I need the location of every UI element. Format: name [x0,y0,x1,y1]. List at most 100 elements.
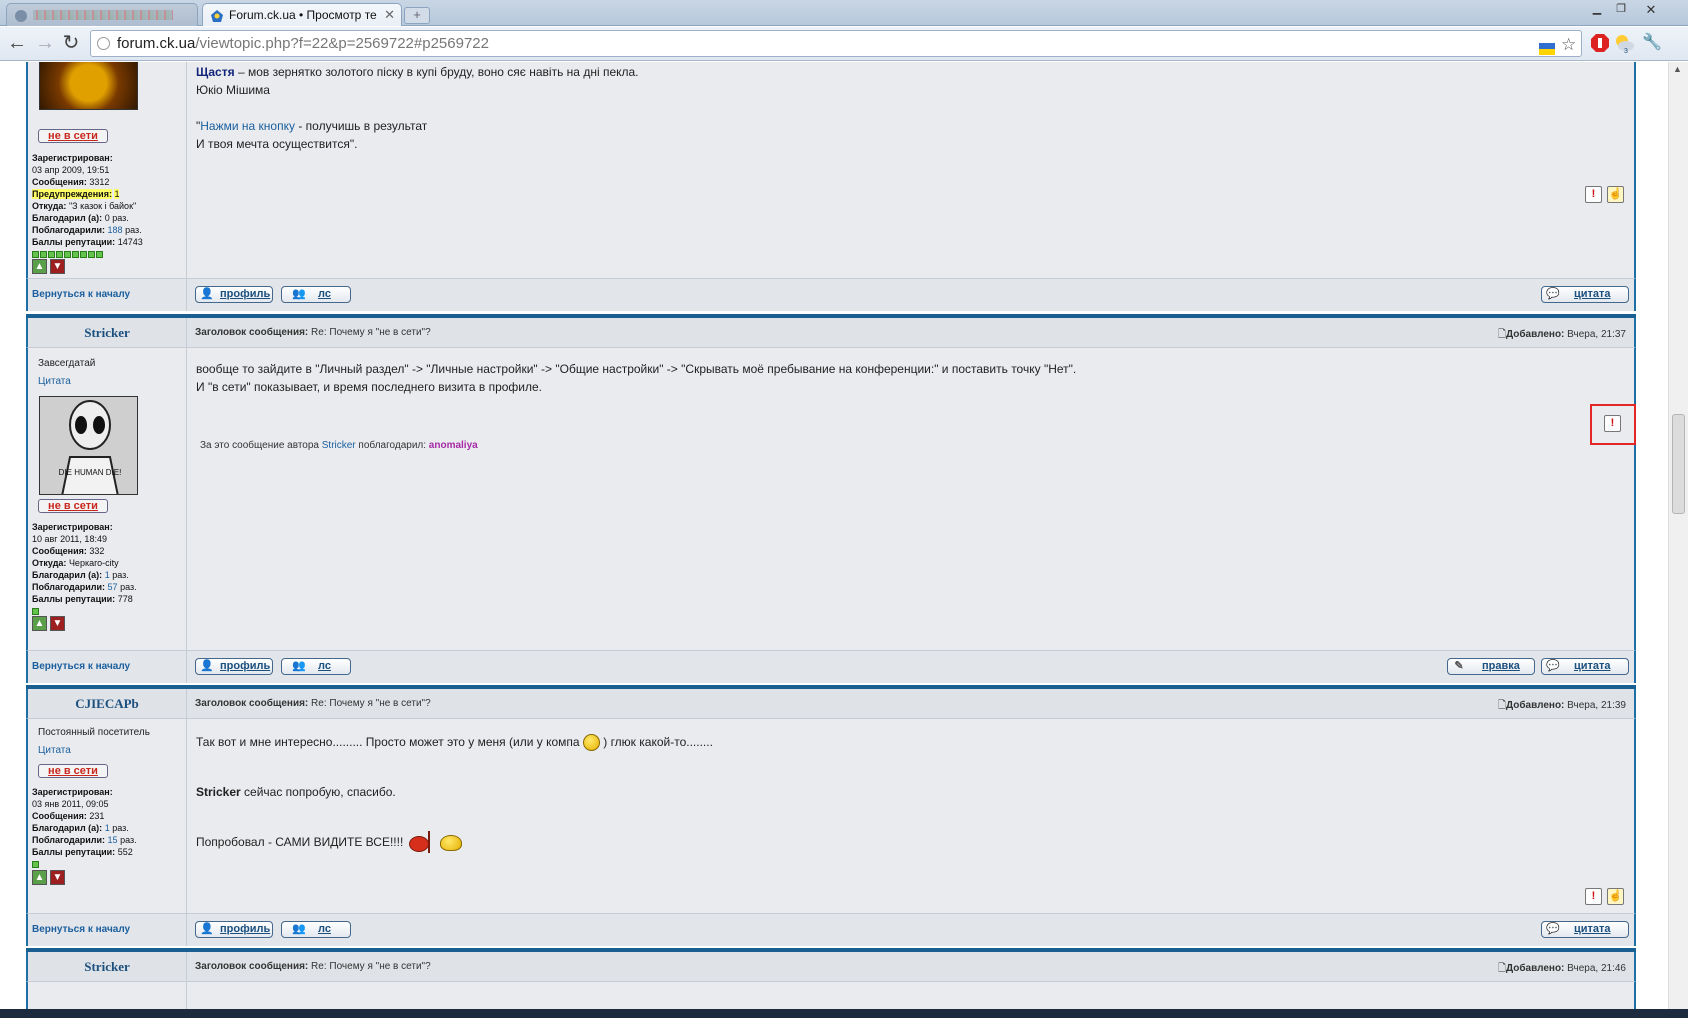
profile-button[interactable]: 👤 профиль [195,921,273,938]
ukraine-flag-icon[interactable] [1539,38,1555,56]
back-to-top-link[interactable]: Вернуться к началу [32,289,130,300]
scrollbar-thumb[interactable] [1672,414,1685,514]
scroll-up-icon[interactable]: ▲ [1673,64,1682,74]
post-message: вообще то зайдите в "Личный раздел" -> "… [196,362,1077,394]
thumbs-up-icon[interactable]: ▲ [32,870,47,885]
thumbs-down-icon[interactable]: ▼ [50,616,65,631]
offline-status-badge[interactable]: не в сети [38,764,108,778]
url-path: /viewtopic.php?f=22&p=2569722#p2569722 [195,35,489,52]
signature-link[interactable]: Нажми на кнопку [200,119,295,133]
adblock-icon[interactable] [1588,31,1612,55]
thumbs-up-icon[interactable]: ▲ [32,616,47,631]
post-header: Stricker Заголовок сообщения: Re: Почему… [26,318,1636,348]
post-footer: Вернуться к началу 👤 профиль 👥 лс ✎ правка … [26,650,1636,683]
browser-toolbar: ← → ↻ forum.ck.ua/viewtopic.php?f=22&p=2… [0,27,1688,61]
column-divider [186,348,187,650]
weather-extension-icon[interactable]: 3 [1612,31,1636,55]
user-avatar[interactable]: DIE HUMAN DIE! [39,396,138,495]
page-info-icon[interactable] [97,37,110,50]
users-icon: 👥 [292,288,306,300]
post-date: 🗋Добавлено: Вчера, 21:37 [1497,329,1626,340]
reputation-square [80,251,87,258]
browser-tab-inactive[interactable] [6,3,198,26]
url-host: forum.ck.ua [117,35,196,52]
bookmark-star-icon[interactable]: ☆ [1561,32,1576,54]
address-bar[interactable]: forum.ck.ua/viewtopic.php?f=22&p=2569722… [90,30,1582,57]
user-icon: 👤 [200,923,214,935]
user-stats: Зарегистрирован: 10 авг 2011, 18:49 Сооб… [32,522,137,604]
post-subject: Заголовок сообщения: Re: Почему я "не в … [195,698,431,709]
post-author[interactable]: CJIECAPb [28,696,186,712]
reputation-square [56,251,63,258]
post-body [26,982,1636,1009]
post-link-icon[interactable]: 🗋 [1498,329,1506,340]
pm-button[interactable]: 👥 лс [281,286,351,303]
user-avatar[interactable] [39,62,138,110]
vertical-scrollbar[interactable]: ▲ [1668,62,1688,1009]
report-post-button[interactable]: ! [1585,186,1602,203]
post-link-icon[interactable]: 🗋 [1498,963,1506,974]
quote-button[interactable]: 💬 цитата [1541,921,1629,938]
profile-button[interactable]: 👤 профиль [195,286,273,303]
thumbs-up-icon[interactable]: ▲ [32,259,47,274]
forum-favicon-icon [210,8,224,22]
restore-icon[interactable]: ❐ [1610,2,1632,18]
user-rank: Завсегдатай [38,358,96,369]
reputation-bar [32,859,40,868]
thanks-author-link[interactable]: Stricker [322,440,356,451]
back-to-top-link[interactable]: Вернуться к началу [32,924,130,935]
report-post-button[interactable]: ! [1604,415,1621,432]
users-icon: 👥 [292,660,306,672]
report-post-button[interactable]: ! [1585,888,1602,905]
browser-tab-active[interactable]: Forum.ck.ua • Просмотр те ✕ [202,3,402,26]
post-date: 🗋Добавлено: Вчера, 21:39 [1497,700,1626,711]
minimize-icon[interactable]: ▁ [1586,2,1608,18]
svg-text:3: 3 [1624,48,1628,54]
thumbs-down-icon[interactable]: ▼ [50,870,65,885]
reputation-square [32,861,39,868]
speech-bubble-icon: 💬 [1546,660,1560,672]
wrench-menu-icon[interactable]: 🔧 [1640,31,1664,55]
pm-button[interactable]: 👥 лс [281,658,351,675]
offline-status-badge[interactable]: не в сети [38,499,108,513]
column-divider [186,318,187,347]
thanks-user-link[interactable]: anomaliya [429,440,478,451]
user-stats: Зарегистрирован: 03 янв 2011, 09:05 Сооб… [32,787,137,857]
window-close-icon[interactable]: ✕ [1640,2,1662,18]
post-body: не в сети Зарегистрирован: 03 апр 2009, … [26,62,1636,278]
tab-title: Forum.ck.ua • Просмотр те [229,8,377,22]
reputation-square [64,251,71,258]
edit-button[interactable]: ✎ правка [1447,658,1535,675]
post-link-icon[interactable]: 🗋 [1498,700,1506,711]
reputation-square [88,251,95,258]
column-divider [186,62,187,278]
post-author[interactable]: Stricker [28,959,186,975]
thumbs-down-icon[interactable]: ▼ [50,259,65,274]
thanks-line: За это сообщение автора Stricker поблаго… [200,440,478,451]
quote-link[interactable]: Цитата [38,376,71,387]
post-author[interactable]: Stricker [28,325,186,341]
quote-button[interactable]: 💬 цитата [1541,658,1629,675]
back-arrow-icon[interactable]: ← [4,31,30,57]
profile-button[interactable]: 👤 профиль [195,658,273,675]
avatar-caption: DIE HUMAN DIE! [59,468,122,477]
post-subject: Заголовок сообщения: Re: Почему я "не в … [195,961,431,972]
page-viewport: не в сети Зарегистрирован: 03 апр 2009, … [0,62,1668,1009]
grin-smiley-icon [582,734,600,752]
user-icon: 👤 [200,288,214,300]
thank-post-button[interactable]: ☝ [1607,888,1624,905]
reputation-vote: ▲ ▼ [32,259,72,275]
column-divider [186,689,187,718]
offline-status-badge[interactable]: не в сети [38,129,108,143]
post-body: Завсегдатай Цитата DIE HUMAN DIE! не в с… [26,348,1636,650]
pm-button[interactable]: 👥 лс [281,921,351,938]
forward-arrow-icon[interactable]: → [32,31,58,57]
thank-post-button[interactable]: ☝ [1607,186,1624,203]
new-tab-button[interactable]: + [404,7,430,24]
quote-button[interactable]: 💬 цитата [1541,286,1629,303]
reload-icon[interactable]: ↻ [58,31,84,57]
back-to-top-link[interactable]: Вернуться к началу [32,661,130,672]
reputation-vote: ▲ ▼ [32,870,72,886]
tab-close-icon[interactable]: ✕ [384,4,395,26]
quote-link[interactable]: Цитата [38,745,71,756]
